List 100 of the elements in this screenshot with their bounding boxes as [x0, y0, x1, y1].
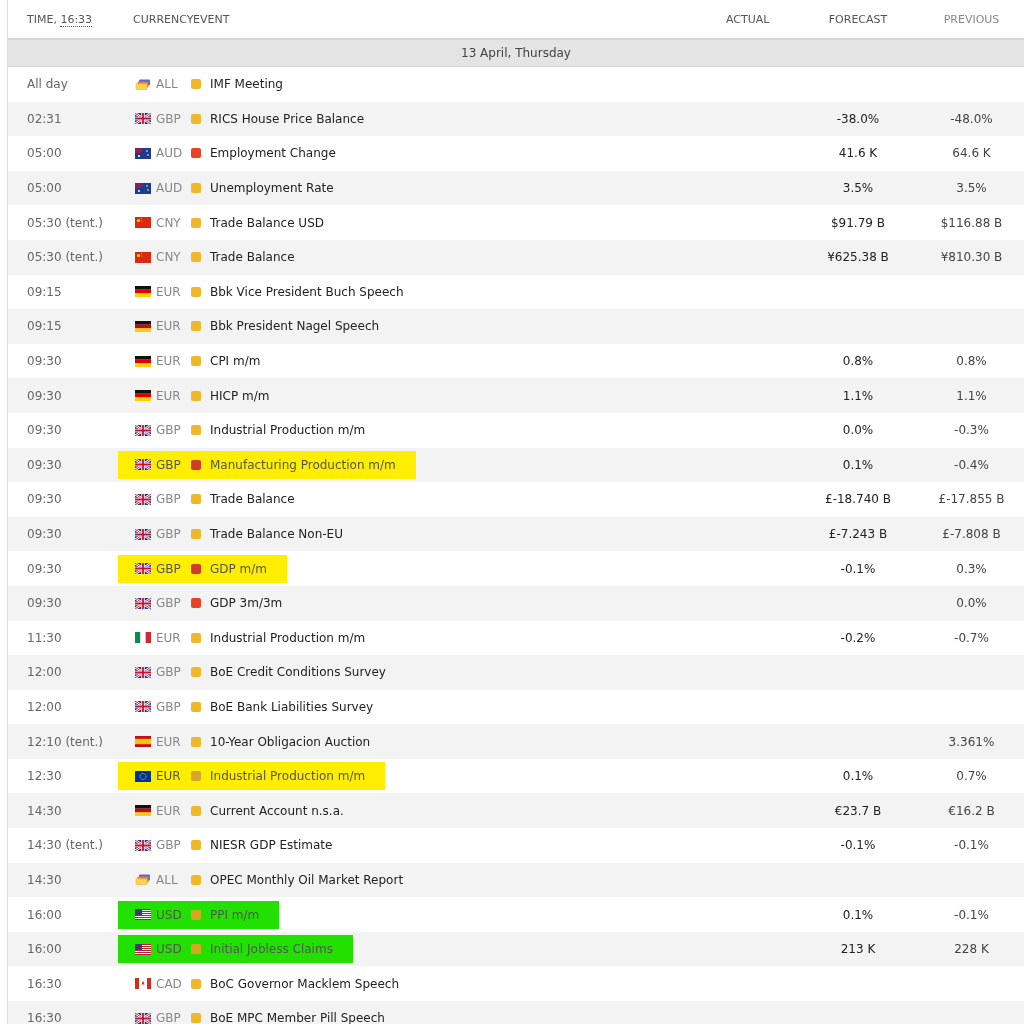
event-link[interactable]: NIESR GDP Estimate: [210, 838, 333, 853]
event-link[interactable]: GDP 3m/3m: [210, 596, 283, 611]
forecast-header: FORECAST: [828, 12, 888, 26]
event-link[interactable]: BoE Credit Conditions Survey: [210, 665, 386, 680]
currency-code: EUR: [156, 284, 182, 299]
currency-code: ALL: [156, 872, 179, 887]
time-cell: 11:30: [27, 630, 62, 645]
time-cell: 09:30: [27, 388, 62, 403]
previous-value: €16.2 B: [948, 803, 995, 818]
currency-code: GBP: [156, 838, 182, 853]
time-cell: 09:30: [27, 527, 62, 541]
event-link[interactable]: Industrial Production m/m: [210, 769, 366, 784]
time-cell: 02:31: [27, 111, 62, 126]
previous-value: 0.3%: [956, 561, 987, 576]
currency-code: CNY: [156, 250, 182, 265]
previous-value: 1.1%: [956, 388, 987, 403]
forecast-value: 0.1%: [842, 769, 874, 784]
currency-code: EUR: [156, 769, 182, 784]
currency-code: EUR: [156, 803, 182, 818]
event-link[interactable]: Manufacturing Production m/m: [210, 457, 396, 472]
currency-code: GBP: [156, 527, 182, 541]
actual-header: ACTUAL: [726, 12, 770, 26]
date-label: 13 April, Thursday: [461, 46, 571, 60]
event-link[interactable]: Bbk Vice President Buch Speech: [210, 284, 404, 299]
previous-value: -0.4%: [954, 457, 989, 472]
event-link[interactable]: BoE Bank Liabilities Survey: [210, 700, 374, 714]
previous-value: ¥810.30 B: [940, 250, 1003, 265]
event-link[interactable]: RICS House Price Balance: [210, 111, 365, 126]
previous-value: 3.361%: [948, 734, 995, 749]
time-cell: 05:30 (tent.): [27, 250, 103, 265]
event-link[interactable]: Employment Change: [210, 146, 336, 161]
event-link[interactable]: Bbk President Nagel Speech: [210, 319, 380, 334]
forecast-value: -0.1%: [840, 838, 876, 853]
forecast-value: 213 K: [840, 942, 876, 957]
forecast-value: 0.1%: [842, 907, 874, 922]
event-link[interactable]: HICP m/m: [210, 388, 270, 403]
currency-code: CAD: [156, 976, 183, 991]
event-link[interactable]: Industrial Production m/m: [210, 630, 366, 645]
event-link[interactable]: PPI m/m: [210, 907, 260, 922]
currency-code: EUR: [156, 630, 182, 645]
currency-code: USD: [156, 942, 183, 957]
previous-value: 0.7%: [956, 769, 987, 784]
forecast-value: ¥625.38 B: [827, 250, 889, 265]
time-cell: 14:30: [27, 872, 62, 887]
event-link[interactable]: Trade Balance Non-EU: [210, 527, 343, 541]
event-link[interactable]: IMF Meeting: [210, 77, 283, 92]
currency-code: GBP: [156, 700, 182, 714]
currency-code: AUD: [156, 146, 184, 161]
currency-code: CNY: [156, 215, 182, 230]
event-link[interactable]: Initial Jobless Claims: [210, 942, 333, 957]
previous-value: -48.0%: [950, 111, 993, 126]
previous-value: -0.7%: [954, 630, 989, 645]
event-link[interactable]: Industrial Production m/m: [210, 423, 366, 438]
time-cell: 14:30: [27, 803, 62, 818]
event-link[interactable]: CPI m/m: [210, 354, 261, 369]
previous-value: -0.3%: [954, 423, 989, 438]
currency-code: GBP: [156, 1011, 182, 1024]
event-link[interactable]: Current Account n.s.a.: [210, 803, 344, 818]
event-header: EVENT: [193, 12, 230, 26]
previous-value: 0.0%: [956, 596, 987, 611]
time-cell: 14:30 (tent.): [27, 838, 103, 853]
event-link[interactable]: BoE MPC Member Pill Speech: [210, 1011, 385, 1024]
forecast-value: 0.0%: [842, 423, 874, 438]
previous-value: £-7.808 B: [942, 527, 1001, 541]
event-link[interactable]: GDP m/m: [210, 561, 267, 576]
previous-header: PREVIOUS: [943, 12, 1000, 26]
event-link[interactable]: Trade Balance: [210, 492, 295, 507]
forecast-value: 0.1%: [842, 457, 874, 472]
clock-link[interactable]: 16:33: [60, 12, 93, 27]
time-cell: 12:30: [27, 769, 62, 784]
time-cell: 05:30 (tent.): [27, 215, 103, 230]
currency-code: EUR: [156, 354, 182, 369]
currency-code: GBP: [156, 423, 182, 438]
previous-value: -0.1%: [954, 907, 989, 922]
event-link[interactable]: Unemployment Rate: [210, 181, 334, 196]
time-cell: 05:00: [27, 181, 62, 196]
forecast-value: £-18.740 B: [825, 492, 891, 507]
event-link[interactable]: Trade Balance USD: [210, 215, 324, 230]
time-cell: 09:30: [27, 423, 62, 438]
time-cell: 16:00: [27, 942, 62, 957]
event-link[interactable]: BoC Governor Macklem Speech: [210, 976, 399, 991]
forecast-value: 3.5%: [842, 181, 874, 196]
currency-code: GBP: [156, 561, 182, 576]
time-cell: All day: [27, 77, 68, 92]
event-link[interactable]: OPEC Monthly Oil Market Report: [210, 872, 404, 887]
previous-value: 3.5%: [956, 181, 987, 196]
time-header: TIME,: [27, 12, 57, 26]
time-cell: 09:30: [27, 596, 62, 611]
time-cell: 09:30: [27, 457, 62, 472]
forecast-value: -0.1%: [840, 561, 876, 576]
event-link[interactable]: Trade Balance: [210, 250, 295, 265]
forecast-value: €23.7 B: [834, 803, 882, 818]
currency-code: GBP: [156, 111, 182, 126]
currency-code: ALL: [156, 77, 179, 92]
time-cell: 09:15: [27, 319, 62, 334]
time-cell: 05:00: [27, 146, 62, 161]
event-link[interactable]: 10-Year Obligacion Auction: [210, 734, 371, 749]
time-cell: 12:00: [27, 700, 62, 714]
currency-code: EUR: [156, 319, 182, 334]
time-cell: 12:10 (tent.): [27, 734, 103, 749]
